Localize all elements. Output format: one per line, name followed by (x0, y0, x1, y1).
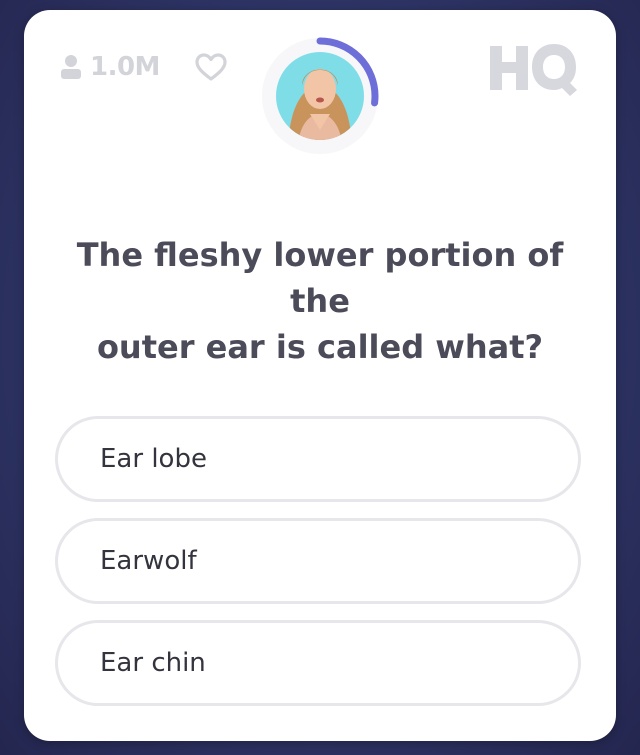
viewer-count-group: 1.0M (60, 52, 160, 82)
answer-option-ear-lobe[interactable]: Ear lobe (55, 416, 581, 502)
hq-logo (488, 40, 580, 96)
answer-label: Earwolf (100, 546, 197, 576)
question-card: 1.0M The fleshy lower portion of the out… (24, 10, 616, 741)
answer-option-earwolf[interactable]: Earwolf (55, 518, 581, 604)
person-icon (60, 54, 82, 80)
answer-label: Ear chin (100, 648, 206, 678)
question-text: The fleshy lower portion of the outer ea… (44, 232, 596, 370)
answer-label: Ear lobe (100, 444, 207, 474)
question-line-2: outer ear is called what? (96, 328, 544, 366)
question-line-1: The fleshy lower portion of the (76, 236, 564, 320)
heart-icon[interactable] (194, 52, 228, 82)
answer-option-ear-chin[interactable]: Ear chin (55, 620, 581, 706)
host-avatar (258, 34, 382, 158)
viewer-count: 1.0M (90, 52, 160, 82)
